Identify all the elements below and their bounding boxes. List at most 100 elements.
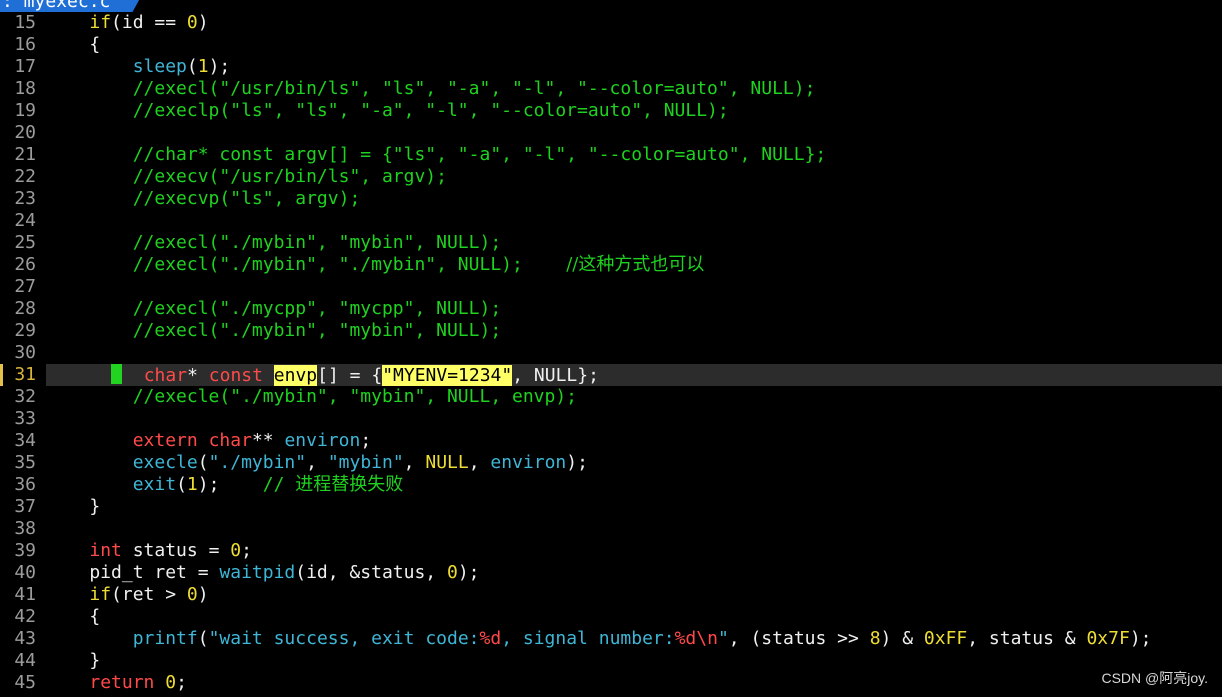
code-line[interactable]: 20: [0, 122, 1222, 144]
code-token: (id ==: [111, 12, 187, 33]
code-token: "wait success, exit code:: [208, 628, 480, 649]
code-token: char: [143, 365, 188, 386]
code-line[interactable]: 39 int status = 0;: [0, 540, 1222, 562]
line-number: 15: [14, 12, 36, 33]
tab-myexec-c[interactable]: : myexec.c: [0, 0, 144, 12]
code-line-current[interactable]: 31 char* const envp[] = {"MYENV=1234", N…: [0, 364, 1222, 386]
code-text: if(id == 0): [46, 12, 209, 34]
code-line[interactable]: 25 //execl("./mybin", "mybin", NULL);: [0, 232, 1222, 254]
code-token: (ret >: [111, 584, 187, 605]
line-number: 36: [14, 474, 36, 495]
code-line[interactable]: 15 if(id == 0): [0, 12, 1222, 34]
line-number: 39: [14, 540, 36, 561]
code-token: if: [89, 584, 112, 605]
code-line[interactable]: 24: [0, 210, 1222, 232]
code-text: //execle("./mybin", "mybin", NULL, envp)…: [46, 386, 577, 408]
code-text: //execvp("ls", argv);: [46, 188, 361, 210]
code-token: status =: [121, 540, 231, 561]
code-token: *: [187, 365, 209, 386]
code-line[interactable]: 42 {: [0, 606, 1222, 628]
code-line[interactable]: 32 //execle("./mybin", "mybin", NULL, en…: [0, 386, 1222, 408]
code-text: execle("./mybin", "mybin", NULL, environ…: [46, 452, 588, 474]
code-token: ): [197, 12, 209, 33]
line-number: 21: [14, 144, 36, 165]
code-token: if: [89, 12, 112, 33]
code-line[interactable]: 26 //execl("./mybin", "./mybin", NULL); …: [0, 254, 1222, 276]
code-token: }: [46, 650, 101, 671]
code-line[interactable]: 35 execle("./mybin", "mybin", NULL, envi…: [0, 452, 1222, 474]
code-line[interactable]: 40 pid_t ret = waitpid(id, &status, 0);: [0, 562, 1222, 584]
code-line[interactable]: 27: [0, 276, 1222, 298]
code-line[interactable]: 33: [0, 408, 1222, 430]
code-token: , (status >>: [728, 628, 870, 649]
line-number: 43: [14, 628, 36, 649]
code-token: //: [262, 474, 296, 495]
code-text: {: [46, 606, 100, 628]
code-token: execle: [132, 452, 198, 473]
code-token: ;: [176, 672, 187, 693]
code-token: 1: [186, 474, 198, 495]
code-token: [] = {: [317, 365, 383, 386]
line-number: 17: [14, 56, 36, 77]
code-token: ,: [468, 452, 491, 473]
code-line[interactable]: 36 exit(1); // 进程替换失败: [0, 474, 1222, 496]
code-token: 0: [165, 672, 177, 693]
code-line[interactable]: 43 printf("wait success, exit code:%d, s…: [0, 628, 1222, 650]
code-line[interactable]: 38: [0, 518, 1222, 540]
code-line[interactable]: 41 if(ret > 0): [0, 584, 1222, 606]
code-text: //execlp("ls", "ls", "-a", "-l", "--colo…: [46, 100, 729, 122]
code-token: return: [89, 672, 155, 693]
code-token: ": [717, 628, 729, 649]
code-text: //execl("./mybin", "mybin", NULL);: [46, 320, 501, 342]
code-line[interactable]: 21 //char* const argv[] = {"ls", "-a", "…: [0, 144, 1222, 166]
code-line[interactable]: 34 extern char** environ;: [0, 430, 1222, 452]
code-token: exit: [132, 474, 177, 495]
code-line[interactable]: 17 sleep(1);: [0, 56, 1222, 78]
line-number: 33: [14, 408, 36, 429]
code-token: //execv("/usr/bin/ls", argv);: [132, 166, 447, 187]
code-token: );: [197, 474, 263, 495]
line-number: 45: [14, 672, 36, 693]
code-token: );: [457, 562, 480, 583]
code-line[interactable]: 29 //execl("./mybin", "mybin", NULL);: [0, 320, 1222, 342]
code-token: "./mybin": [208, 452, 307, 473]
code-text: //char* const argv[] = {"ls", "-a", "-l"…: [46, 144, 827, 166]
line-number: 41: [14, 584, 36, 605]
code-text: }: [46, 650, 100, 672]
code-line[interactable]: 45 return 0;: [0, 672, 1222, 694]
code-line[interactable]: 44 }: [0, 650, 1222, 672]
code-token: 0: [446, 562, 458, 583]
code-text: char* const envp[] = {"MYENV=1234", NULL…: [46, 364, 599, 387]
code-token: waitpid: [219, 562, 296, 583]
code-token: extern: [132, 430, 198, 451]
code-token: , signal number:: [501, 628, 675, 649]
code-line[interactable]: 37 }: [0, 496, 1222, 518]
line-number: 22: [14, 166, 36, 187]
code-token: "MYENV=1234": [382, 365, 513, 386]
watermark: CSDN @阿亮joy.: [1101, 670, 1208, 686]
code-line[interactable]: 18 //execl("/usr/bin/ls", "ls", "-a", "-…: [0, 78, 1222, 100]
code-token: ;: [360, 430, 372, 451]
line-number: 38: [14, 518, 36, 539]
code-editor[interactable]: 15 if(id == 0) 16 {17 sleep(1); 18 //execl…: [0, 12, 1222, 694]
code-token: ,: [306, 452, 328, 473]
code-token: );: [208, 56, 231, 77]
code-line[interactable]: 28 //execl("./mycpp", "mycpp", NULL);: [0, 298, 1222, 320]
code-token: {: [46, 34, 101, 55]
code-line[interactable]: 30: [0, 342, 1222, 364]
line-number: 34: [14, 430, 36, 451]
code-line[interactable]: 16 {: [0, 34, 1222, 56]
code-line[interactable]: 19 //execlp("ls", "ls", "-a", "-l", "--c…: [0, 100, 1222, 122]
line-number: 25: [14, 232, 36, 253]
code-line[interactable]: 22 //execv("/usr/bin/ls", argv);: [0, 166, 1222, 188]
code-line[interactable]: 23 //execvp("ls", argv);: [0, 188, 1222, 210]
